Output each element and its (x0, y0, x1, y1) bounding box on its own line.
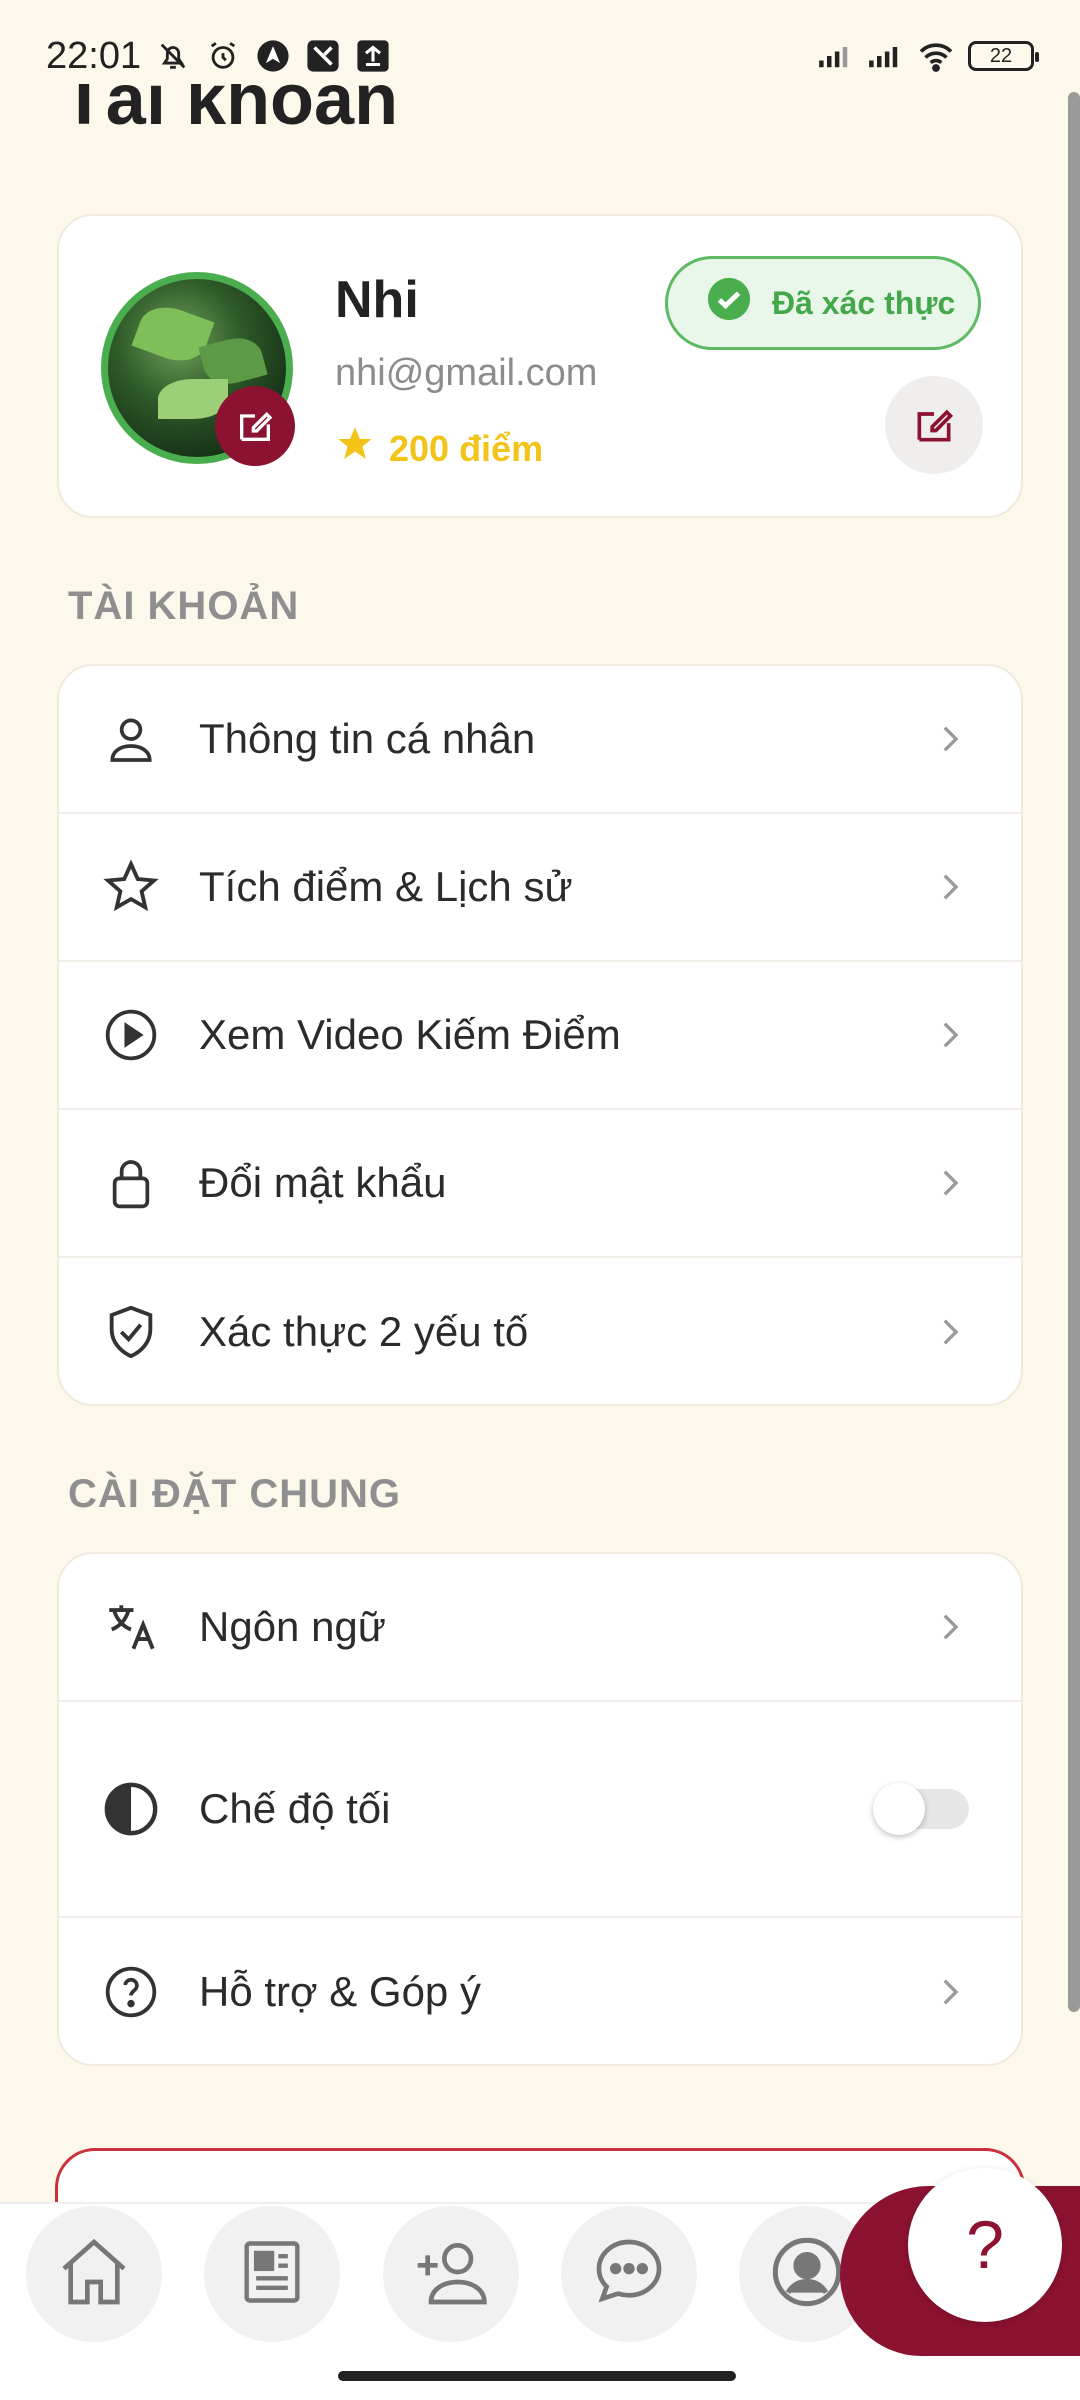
status-bar: 22:01 22 (0, 0, 1080, 112)
chevron-right-icon (929, 1163, 969, 1203)
shield-check-icon (101, 1302, 161, 1362)
points-label: 200 điểm (389, 427, 544, 469)
add-friend-icon (411, 2232, 491, 2317)
menu-item-points-history[interactable]: Tích điểm & Lịch sử (59, 814, 1021, 962)
clock: 22:01 (46, 34, 142, 77)
star-icon (335, 424, 375, 473)
battery-icon: 22 (968, 41, 1039, 71)
nav-news-button[interactable] (204, 2206, 340, 2342)
nav-add-friend-button[interactable] (383, 2206, 519, 2342)
section-title-account: TÀI KHOẢN (68, 584, 300, 628)
person-icon (101, 709, 161, 769)
lock-icon (101, 1153, 161, 1213)
scrollbar[interactable] (1068, 92, 1080, 2012)
nav-chat-button[interactable] (561, 2206, 697, 2342)
menu-item-label: Xem Video Kiếm Điểm (199, 1011, 621, 1058)
menu-item-change-password[interactable]: Đổi mật khẩu (59, 1110, 1021, 1258)
nav-app-icon (255, 38, 291, 74)
menu-item-label: Ngôn ngữ (199, 1603, 386, 1650)
upload-icon (355, 38, 391, 74)
home-icon (54, 2232, 134, 2317)
edit-profile-button[interactable] (885, 376, 983, 474)
help-circle-icon (101, 1962, 161, 2022)
chevron-right-icon (929, 1607, 969, 1647)
settings-menu: Ngôn ngữ Chế độ tối Hỗ trợ & Góp ý (57, 1552, 1023, 2066)
menu-item-label: Hỗ trợ & Góp ý (199, 1968, 481, 2015)
chevron-right-icon (929, 719, 969, 759)
translate-icon (101, 1597, 161, 1657)
menu-item-support[interactable]: Hỗ trợ & Góp ý (59, 1918, 1021, 2064)
alarm-icon (205, 38, 241, 74)
menu-item-two-factor[interactable]: Xác thực 2 yếu tố (59, 1258, 1021, 1404)
verified-label: Đã xác thực (772, 284, 956, 321)
signal-icon (818, 38, 854, 74)
bell-off-icon (155, 38, 191, 74)
profile-icon (769, 2234, 845, 2315)
play-circle-icon (101, 1005, 161, 1065)
wifi-icon (918, 38, 954, 74)
menu-item-label: Chế độ tối (199, 1785, 391, 1832)
profile-card: Nhi nhi@gmail.com 200 điểm Đã xác thực (57, 214, 1023, 518)
menu-item-label: Thông tin cá nhân (199, 715, 536, 762)
chevron-right-icon (929, 1015, 969, 1055)
contrast-icon (101, 1779, 161, 1839)
cast-app-icon (305, 38, 341, 74)
avatar-edit-button[interactable] (215, 386, 295, 466)
section-title-general-settings: CÀI ĐẶT CHUNG (68, 1472, 401, 1516)
verified-badge: Đã xác thực (665, 256, 981, 350)
star-icon (101, 857, 161, 917)
check-circle-icon (706, 276, 752, 330)
menu-item-personal-info[interactable]: Thông tin cá nhân (59, 666, 1021, 814)
account-menu: Thông tin cá nhân Tích điểm & Lịch sử Xe… (57, 664, 1023, 1406)
dark-mode-toggle[interactable] (873, 1783, 969, 1835)
chevron-right-icon (929, 1972, 969, 2012)
menu-item-watch-video[interactable]: Xem Video Kiếm Điểm (59, 962, 1021, 1110)
chevron-right-icon (929, 867, 969, 907)
menu-item-label: Xác thực 2 yếu tố (199, 1308, 529, 1355)
profile-name: Nhi (335, 271, 419, 329)
menu-item-label: Tích điểm & Lịch sử (199, 863, 573, 910)
home-indicator[interactable] (338, 2371, 736, 2381)
profile-email: nhi@gmail.com (335, 352, 598, 394)
chevron-right-icon (929, 1312, 969, 1352)
menu-item-language[interactable]: Ngôn ngữ (59, 1554, 1021, 1702)
signal-icon (868, 38, 904, 74)
points-badge: 200 điểm (335, 424, 543, 473)
chat-icon (589, 2232, 669, 2317)
nav-home-button[interactable] (26, 2206, 162, 2342)
news-icon (234, 2234, 310, 2315)
help-fab-button[interactable]: ? (908, 2168, 1062, 2322)
menu-item-label: Đổi mật khẩu (199, 1159, 447, 1206)
toggle-knob (873, 1783, 925, 1835)
menu-item-dark-mode[interactable]: Chế độ tối (59, 1702, 1021, 1918)
